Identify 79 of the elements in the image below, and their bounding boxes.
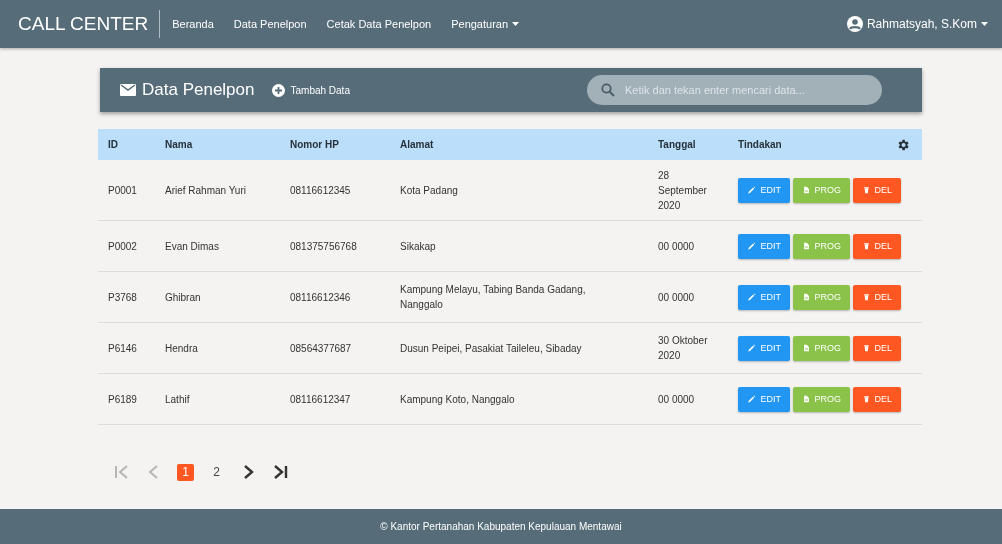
table-cell-text: 00 0000 [657, 392, 696, 407]
user-menu[interactable]: Rahmatsyah, S.Kom [866, 17, 977, 31]
prog-button[interactable]: PROG [793, 177, 850, 203]
table-cell-text: 30 Oktober 2020 [657, 334, 709, 363]
pencil-icon [747, 240, 757, 252]
table-cell-text: P0001 [107, 183, 138, 198]
caret-icon[interactable] [512, 22, 520, 26]
table-cell-text: Ghibran [164, 290, 202, 305]
table-cell-text: 08564377687 [289, 341, 353, 356]
del-button[interactable]: DEL [853, 386, 901, 412]
nav-link[interactable]: Beranda [172, 18, 214, 30]
pencil-icon [747, 342, 757, 354]
document-icon [802, 291, 811, 303]
edit-button[interactable]: EDIT [738, 177, 790, 203]
edit-button[interactable]: EDIT [738, 284, 790, 310]
document-icon [802, 184, 811, 196]
nav-link[interactable]: Data Penelpon [233, 18, 307, 30]
table-cell-text: Hendra [164, 341, 199, 356]
column-header: Alamat [399, 139, 435, 150]
column-header: Tindakan [737, 139, 782, 150]
table-cell-text: 00 0000 [657, 290, 696, 305]
table-cell-text: 00 0000 [657, 239, 696, 254]
footer-text: © Kantor Pertanahan Kabupaten Kepulauan Mentawai [380, 521, 622, 532]
table-cell-text: Lathif [164, 392, 191, 407]
page-button[interactable]: 1 [177, 463, 194, 481]
pencil-icon [747, 184, 757, 196]
trash-icon [862, 184, 871, 196]
table-cell-text: Dusun Peipei, Pasakiat Taileleu, Sibaday [399, 341, 583, 356]
panel-title: Data Penelpon [142, 80, 255, 100]
settings-icon[interactable] [896, 137, 910, 152]
table-cell-text: 08116612347 [289, 392, 352, 407]
trash-icon [862, 393, 871, 405]
document-icon [802, 240, 811, 252]
table-cell-text: Kampung Melayu, Tabing Banda Gadang, Nanggalo [399, 283, 587, 312]
table-cell-text: 081375756768 [289, 239, 358, 254]
edit-button[interactable]: EDIT [738, 233, 790, 259]
del-button[interactable]: DEL [853, 233, 901, 259]
table-cell-text: P6189 [107, 392, 138, 407]
nav-link[interactable]: Pengaturan [451, 18, 509, 30]
del-button[interactable]: DEL [853, 177, 901, 203]
table-cell-text: P0002 [107, 239, 138, 254]
nav-link[interactable]: Cetak Data Penelpon [326, 18, 432, 30]
table-cell-text: 08116612346 [289, 290, 352, 305]
user-avatar-icon [846, 16, 863, 32]
column-header: Nomor HP [289, 139, 340, 150]
mail-icon [120, 84, 136, 96]
pencil-icon [747, 393, 757, 405]
column-header: Tanggal [657, 139, 697, 150]
prog-button[interactable]: PROG [793, 335, 850, 361]
edit-button[interactable]: EDIT [738, 335, 790, 361]
pencil-icon [747, 291, 757, 303]
table-cell-text: Kampung Koto, Nanggalo [399, 392, 516, 407]
table-cell-text: 08116612345 [289, 183, 352, 198]
column-header: ID [107, 139, 119, 150]
table-cell-text: 28 September 2020 [657, 168, 708, 213]
document-icon [802, 342, 811, 354]
del-button[interactable]: DEL [853, 284, 901, 310]
trash-icon [862, 342, 871, 354]
add-data-button[interactable]: Tambah Data [272, 83, 350, 97]
del-button[interactable]: DEL [853, 335, 901, 361]
prog-button[interactable]: PROG [793, 233, 850, 259]
table-cell-text: Arief Rahman Yuri [164, 183, 247, 198]
app-title[interactable]: CALL CENTER [18, 10, 161, 38]
document-icon [802, 393, 811, 405]
table-cell-text: P3768 [107, 290, 138, 305]
prog-button[interactable]: PROG [793, 284, 850, 310]
trash-icon [862, 240, 871, 252]
table-cell-text: Sikakap [399, 239, 437, 254]
prog-button[interactable]: PROG [793, 386, 850, 412]
plus-icon [272, 83, 286, 97]
search-field[interactable]: Ketik dan tekan enter mencari data... [587, 75, 882, 105]
table-cell-text: Evan Dimas [164, 239, 220, 254]
table-cell-text: Kota Padang [399, 183, 459, 198]
column-header: Nama [164, 139, 194, 150]
page-button[interactable]: 2 [208, 463, 225, 481]
caret-icon [981, 22, 988, 26]
trash-icon [862, 291, 871, 303]
edit-button[interactable]: EDIT [738, 386, 790, 412]
table-cell-text: P6146 [107, 341, 138, 356]
